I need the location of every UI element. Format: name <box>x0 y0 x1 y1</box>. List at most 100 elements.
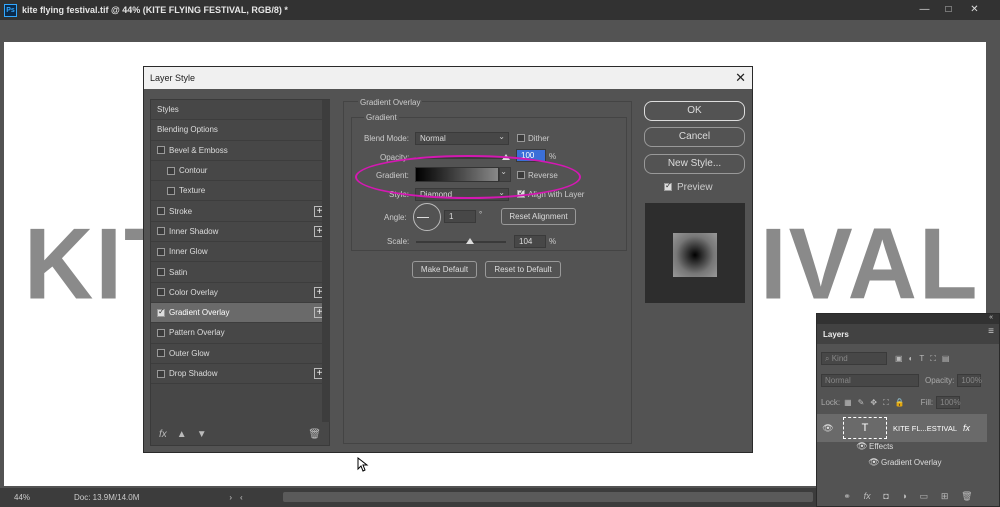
style-item-label: Styles <box>157 105 179 115</box>
move-down-icon[interactable]: ▼ <box>197 429 207 440</box>
fill-label: Fill: <box>920 398 934 407</box>
adjustment-icon[interactable]: ◑ <box>902 491 907 501</box>
style-checkbox[interactable] <box>167 186 175 195</box>
layer-fx-icon[interactable]: fx <box>963 423 970 433</box>
panel-collapse-icon[interactable]: « <box>817 314 999 324</box>
scale-slider[interactable] <box>416 241 506 243</box>
style-item-styles[interactable]: Styles <box>151 100 329 121</box>
horizontal-scrollbar[interactable] <box>283 492 813 502</box>
style-item-label: Bevel & Emboss <box>169 145 228 155</box>
maximize-icon[interactable]: □ <box>942 3 955 16</box>
zoom-level[interactable]: 44% <box>14 493 64 502</box>
scale-percent: % <box>549 237 557 246</box>
style-item-texture[interactable]: Texture <box>151 181 329 202</box>
layers-opacity-label: Opacity: <box>925 376 955 385</box>
effect-eye-icon[interactable]: 👁 <box>867 457 881 468</box>
blend-mode-dropdown[interactable]: Normal <box>821 374 919 387</box>
style-checkbox[interactable] <box>157 369 165 378</box>
kind-filter[interactable]: ⌕ Kind <box>821 352 887 365</box>
style-item-inner-shadow[interactable]: Inner Shadow + <box>151 222 329 243</box>
close-icon[interactable]: ✕ <box>968 3 981 16</box>
delete-layer-icon[interactable]: 🗑 <box>961 491 972 502</box>
style-item-label: Blending Options <box>157 125 218 135</box>
opacity-percent: % <box>549 152 557 161</box>
style-checkbox[interactable] <box>157 328 165 337</box>
style-item-contour[interactable]: Contour <box>151 161 329 182</box>
kind-label: Kind <box>831 354 848 363</box>
angle-label: Angle: <box>384 213 407 222</box>
style-item-label: Inner Glow <box>169 247 208 257</box>
style-item-drop-shadow[interactable]: Drop Shadow + <box>151 364 329 385</box>
styles-scrollbar[interactable] <box>322 100 330 422</box>
style-checkbox[interactable] <box>157 227 165 236</box>
reset-alignment-button[interactable]: Reset Alignment <box>501 208 576 225</box>
scale-input[interactable]: 104 <box>514 235 546 248</box>
style-checkbox[interactable] <box>157 268 165 277</box>
styles-toolbar: fx ▲ ▼ 🗑 <box>151 423 329 445</box>
effects-eye-icon[interactable]: 👁 <box>855 441 869 452</box>
filter-icons[interactable]: ▣◐T⛶▤ <box>895 354 955 364</box>
preview-swatch <box>673 233 717 277</box>
layers-opacity-input[interactable]: 100% <box>957 374 982 387</box>
angle-input[interactable]: 1 <box>444 210 476 223</box>
mouse-cursor-icon <box>357 457 369 472</box>
style-item-gradient-overlay[interactable]: Gradient Overlay+ <box>151 302 329 324</box>
dialog-title: Layer Style <box>144 67 752 89</box>
layers-toolbar: ⚭ fx ◘ ◑ ▭ ⊞ 🗑 <box>817 486 999 506</box>
style-checkbox[interactable] <box>167 166 175 175</box>
move-up-icon[interactable]: ▲ <box>177 429 187 440</box>
highlight-ellipse <box>355 155 581 199</box>
fill-input[interactable]: 100% <box>936 396 961 409</box>
link-icon[interactable]: ⚭ <box>843 491 851 502</box>
style-item-color-overlay[interactable]: Color Overlay + <box>151 283 329 303</box>
doc-size[interactable]: Doc: 13.9M/14.0M <box>74 493 139 502</box>
style-item-blending-options[interactable]: Blending Options <box>151 120 329 141</box>
style-checkbox[interactable] <box>157 247 165 256</box>
add-style-icon[interactable]: fx <box>864 491 871 501</box>
cancel-button[interactable]: Cancel <box>644 127 745 147</box>
add-mask-icon[interactable]: ◘ <box>883 491 888 501</box>
style-item-label: Pattern Overlay <box>169 328 225 338</box>
new-layer-icon[interactable]: ⊞ <box>941 491 949 502</box>
style-item-outer-glow[interactable]: Outer Glow <box>151 344 329 364</box>
style-item-label: Satin <box>169 267 188 277</box>
canvas-text-right: IVAL <box>760 208 980 321</box>
style-checkbox[interactable] <box>157 349 165 358</box>
scale-slider-thumb[interactable] <box>466 238 474 244</box>
style-item-bevel-emboss[interactable]: Bevel & Emboss <box>151 141 329 161</box>
lock-icons[interactable]: ▦✎✥⛶🔒 <box>844 398 911 408</box>
trash-icon[interactable]: 🗑 <box>308 429 321 440</box>
style-item-inner-glow[interactable]: Inner Glow <box>151 242 329 263</box>
reset-to-default-button[interactable]: Reset to Default <box>485 261 561 278</box>
new-style-button[interactable]: New Style... <box>644 154 745 174</box>
angle-dial[interactable] <box>413 203 441 231</box>
style-checkbox[interactable] <box>157 207 165 216</box>
blend-mode-select[interactable]: Normal <box>415 131 509 145</box>
layer-row[interactable]: 👁 T KITE FL...ESTIVAL fx <box>817 414 987 442</box>
panel-menu-icon[interactable]: ≡ <box>988 326 994 337</box>
effects-label: Effects <box>869 442 894 451</box>
style-checkbox[interactable] <box>157 146 165 155</box>
make-default-button[interactable]: Make Default <box>412 261 477 278</box>
fx-icon[interactable]: fx <box>159 429 167 440</box>
style-item-stroke[interactable]: Stroke + <box>151 201 329 222</box>
scroll-left-icon[interactable]: ‹ <box>240 493 243 502</box>
dither-checkbox[interactable] <box>517 134 525 142</box>
style-checkbox[interactable] <box>157 307 165 317</box>
layer-name[interactable]: KITE FL...ESTIVAL <box>893 424 957 433</box>
effect-gradient-overlay[interactable]: Gradient Overlay <box>881 458 941 467</box>
ok-button[interactable]: OK <box>644 101 745 121</box>
layers-tab[interactable]: Layers <box>817 324 999 344</box>
group-icon[interactable]: ▭ <box>920 491 929 502</box>
style-item-pattern-overlay[interactable]: Pattern Overlay <box>151 323 329 344</box>
document-title[interactable]: kite flying festival.tif @ 44% (KITE FLY… <box>22 5 288 15</box>
visibility-eye-icon[interactable]: 👁 <box>821 423 835 434</box>
title-bar: Ps kite flying festival.tif @ 44% (KITE … <box>0 0 1000 20</box>
minimize-icon[interactable]: — <box>918 3 931 16</box>
dialog-close-icon[interactable]: ✕ <box>735 70 746 86</box>
preview-checkbox[interactable] <box>664 181 672 191</box>
style-item-satin[interactable]: Satin <box>151 262 329 283</box>
lock-label: Lock: <box>821 398 841 407</box>
style-checkbox[interactable] <box>157 288 165 297</box>
status-arrow-icon[interactable]: › <box>229 493 232 502</box>
